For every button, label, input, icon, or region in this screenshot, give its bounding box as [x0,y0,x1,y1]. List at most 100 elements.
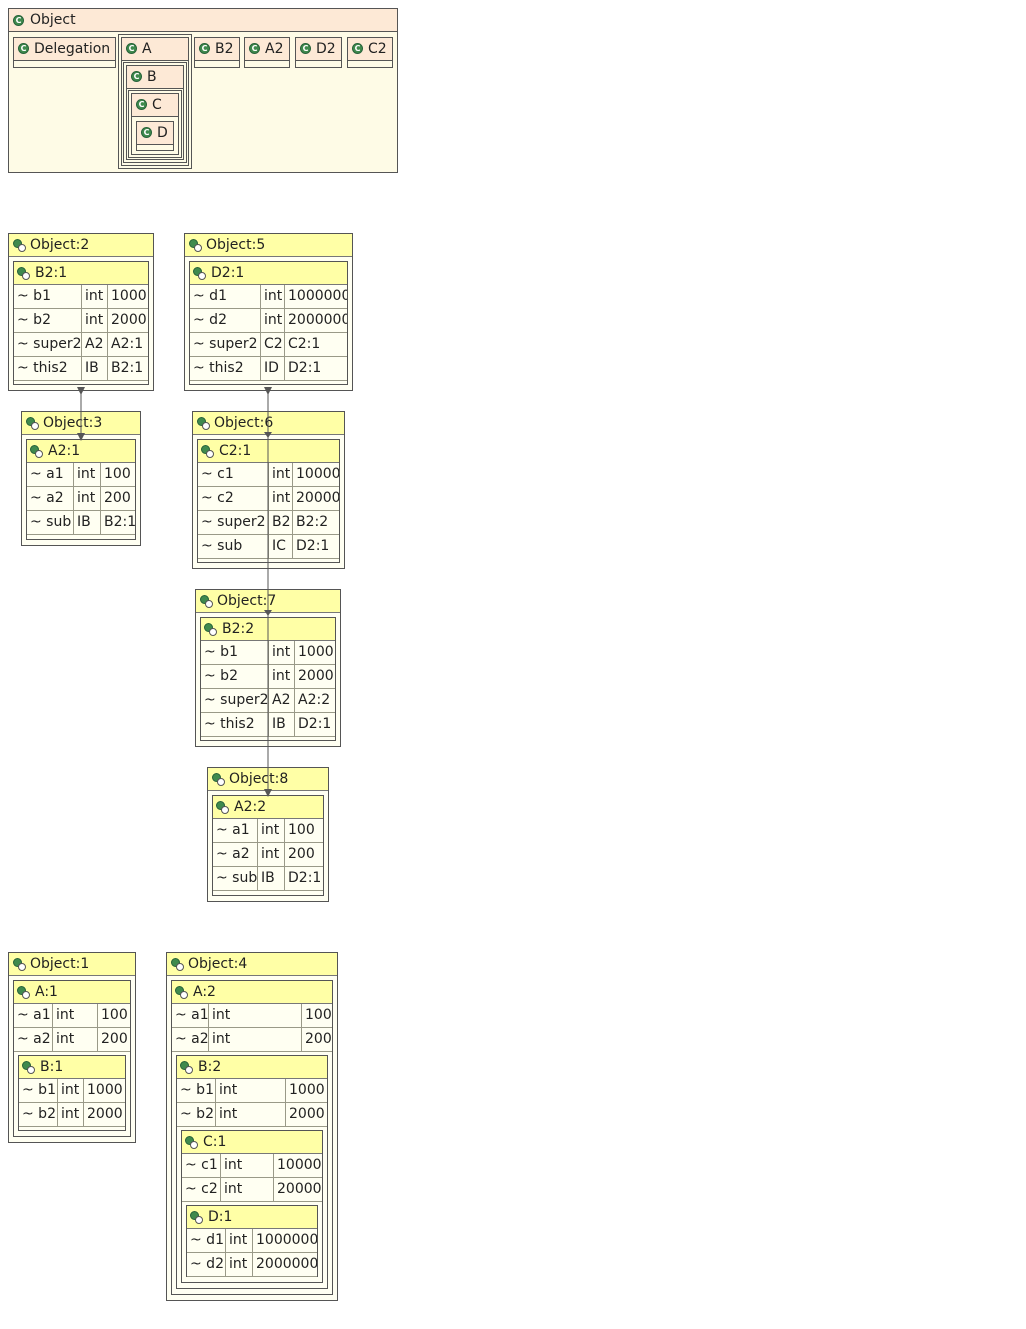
instance-name: C2:1 [219,443,252,459]
object-icon [17,986,31,1000]
field-type: B2 [268,511,292,534]
instance-name: B2:1 [35,265,68,281]
field-row: ~ c2 int 20000 [182,1178,322,1202]
field-row: ~ b2 int 2000 [201,665,335,689]
field-value: 200 [97,1028,130,1051]
field-type: int [73,487,100,510]
field-type: IB [268,713,294,736]
field-type: int [268,665,294,688]
class-c2[interactable]: C2 [347,37,393,68]
instance-a2-1[interactable]: A2:1 ~ a1 int 100 ~ a2 int 200 ~ sub IB B2:1 [26,439,136,540]
object-4[interactable]: Object:4 A:2 ~ a1 int 100 ~ a2 int 200 B:2 ~… [166,952,338,1301]
instance-b2-1[interactable]: B2:1 ~ b1 int 1000 ~ b2 int 2000 ~ super2 A2 A… [13,261,149,385]
instance-b-1[interactable]: B:1 ~ b1 int 1000 ~ b2 int 2000 [18,1055,126,1131]
field-type: ID [260,357,284,380]
field-name: ~ a2 [216,846,250,862]
object-icon [171,958,185,972]
instance-name: C:1 [203,1134,227,1150]
field-name: ~ a2 [175,1031,208,1047]
field-row: ~ super2 B2 B2:2 [198,511,339,535]
instance-c-1[interactable]: C:1 ~ c1 int 10000 ~ c2 int 20000 D:1 ~ d1 in… [181,1130,323,1283]
field-type: int [57,1103,83,1126]
instance-header: A2:2 [213,796,323,819]
field-value: B2:2 [292,511,339,534]
field-value: 100 [301,1004,332,1027]
object-6[interactable]: Object:6 C2:1 ~ c1 int 10000 ~ c2 int 20000 … [192,411,345,569]
class-a2[interactable]: A2 [244,37,290,68]
instance-a2-2[interactable]: A2:2 ~ a1 int 100 ~ a2 int 200 ~ sub IB D2:1 [212,795,324,896]
class-b-label: B [147,69,157,85]
instance-d2-1[interactable]: D2:1 ~ d1 int 1000000 ~ d2 int 2000000 ~ sup… [189,261,348,385]
field-value: D2:1 [292,535,339,558]
object-2[interactable]: Object:2 B2:1 ~ b1 int 1000 ~ b2 int 2000 ~ … [8,233,154,391]
field-name: ~ c1 [185,1157,218,1173]
field-value: D2:1 [284,357,347,380]
field-type: int [52,1004,97,1027]
field-value: 1000000 [252,1229,317,1252]
class-b2[interactable]: B2 [194,37,240,68]
field-row: ~ d1 int 1000000 [190,285,347,309]
class-d[interactable]: D [136,121,174,151]
field-value: 2000 [285,1103,327,1126]
field-row: ~ sub IB B2:1 [27,511,135,535]
object-5[interactable]: Object:5 D2:1 ~ d1 int 1000000 ~ d2 int 2000… [184,233,353,391]
instance-c2-1[interactable]: C2:1 ~ c1 int 10000 ~ c2 int 20000 ~ super2 B… [197,439,340,563]
object-icon [30,445,44,459]
object-7[interactable]: Object:7 B2:2 ~ b1 int 1000 ~ b2 int 2000 ~ … [195,589,341,747]
field-row: ~ d2 int 2000000 [190,309,347,333]
class-delegation[interactable]: Delegation [13,37,116,68]
field-row: ~ this2 IB B2:1 [14,357,148,381]
object-3-header: Object:3 [22,412,140,435]
instance-a-1[interactable]: A:1 ~ a1 int 100 ~ a2 int 200 B:1 ~ b1 int 100… [13,980,131,1137]
object-icon [13,958,27,972]
object-icon [189,239,203,253]
object-2-header: Object:2 [9,234,153,257]
class-delegation-label: Delegation [34,41,111,57]
instance-a-2[interactable]: A:2 ~ a1 int 100 ~ a2 int 200 B:2 ~ b1 int 100… [171,980,333,1295]
field-name: ~ b1 [17,288,51,304]
instance-d-1[interactable]: D:1 ~ d1 int 1000000 ~ d2 int 2000000 [186,1205,318,1277]
object-icon [26,417,40,431]
object-8[interactable]: Object:8 A2:2 ~ a1 int 100 ~ a2 int 200 ~ su… [207,767,329,902]
object-icon [22,1061,36,1075]
field-value: C2:1 [284,333,347,356]
field-type: int [57,1079,83,1102]
class-icon [126,43,137,54]
field-name: ~ b2 [180,1106,214,1122]
object-1[interactable]: Object:1 A:1 ~ a1 int 100 ~ a2 int 200 B:1 ~… [8,952,136,1143]
field-name: ~ super2 [17,336,81,352]
field-row: ~ d1 int 1000000 [187,1229,317,1253]
field-type: int [220,1154,273,1177]
field-type: int [225,1253,252,1276]
field-row: ~ a1 int 100 [213,819,323,843]
instance-header: B2:2 [201,618,335,641]
object-6-header: Object:6 [193,412,344,435]
instance-b-2[interactable]: B:2 ~ b1 int 1000 ~ b2 int 2000 C:1 ~ c1 int 1… [176,1055,328,1289]
object-icon [201,445,215,459]
object-7-title: Object:7 [217,593,277,609]
field-value: 1000 [294,641,335,664]
instance-header: B:1 [19,1056,125,1079]
object-3[interactable]: Object:3 A2:1 ~ a1 int 100 ~ a2 int 200 ~ su… [21,411,141,546]
field-name: ~ this2 [204,716,255,732]
class-icon [141,127,152,138]
field-type: IC [268,535,292,558]
field-row: ~ b2 int 2000 [177,1103,327,1127]
class-a2-header: A2 [245,38,289,61]
class-d-header: D [137,122,173,145]
field-name: ~ c2 [185,1181,218,1197]
field-row: ~ sub IC D2:1 [198,535,339,559]
instance-header: B2:1 [14,262,148,285]
instance-b2-2[interactable]: B2:2 ~ b1 int 1000 ~ b2 int 2000 ~ super2 A2 A… [200,617,336,741]
class-object[interactable]: Object [8,8,398,173]
instance-name: A2:2 [234,799,267,815]
instance-name: D2:1 [211,265,245,281]
class-d2[interactable]: D2 [295,37,342,68]
field-value: 200 [284,843,323,866]
field-type: int [225,1229,252,1252]
field-type: int [73,463,100,486]
field-name: ~ c2 [201,490,234,506]
field-type: int [52,1028,97,1051]
class-a2-label: A2 [265,41,284,57]
field-row: ~ a1 int 100 [172,1004,332,1028]
